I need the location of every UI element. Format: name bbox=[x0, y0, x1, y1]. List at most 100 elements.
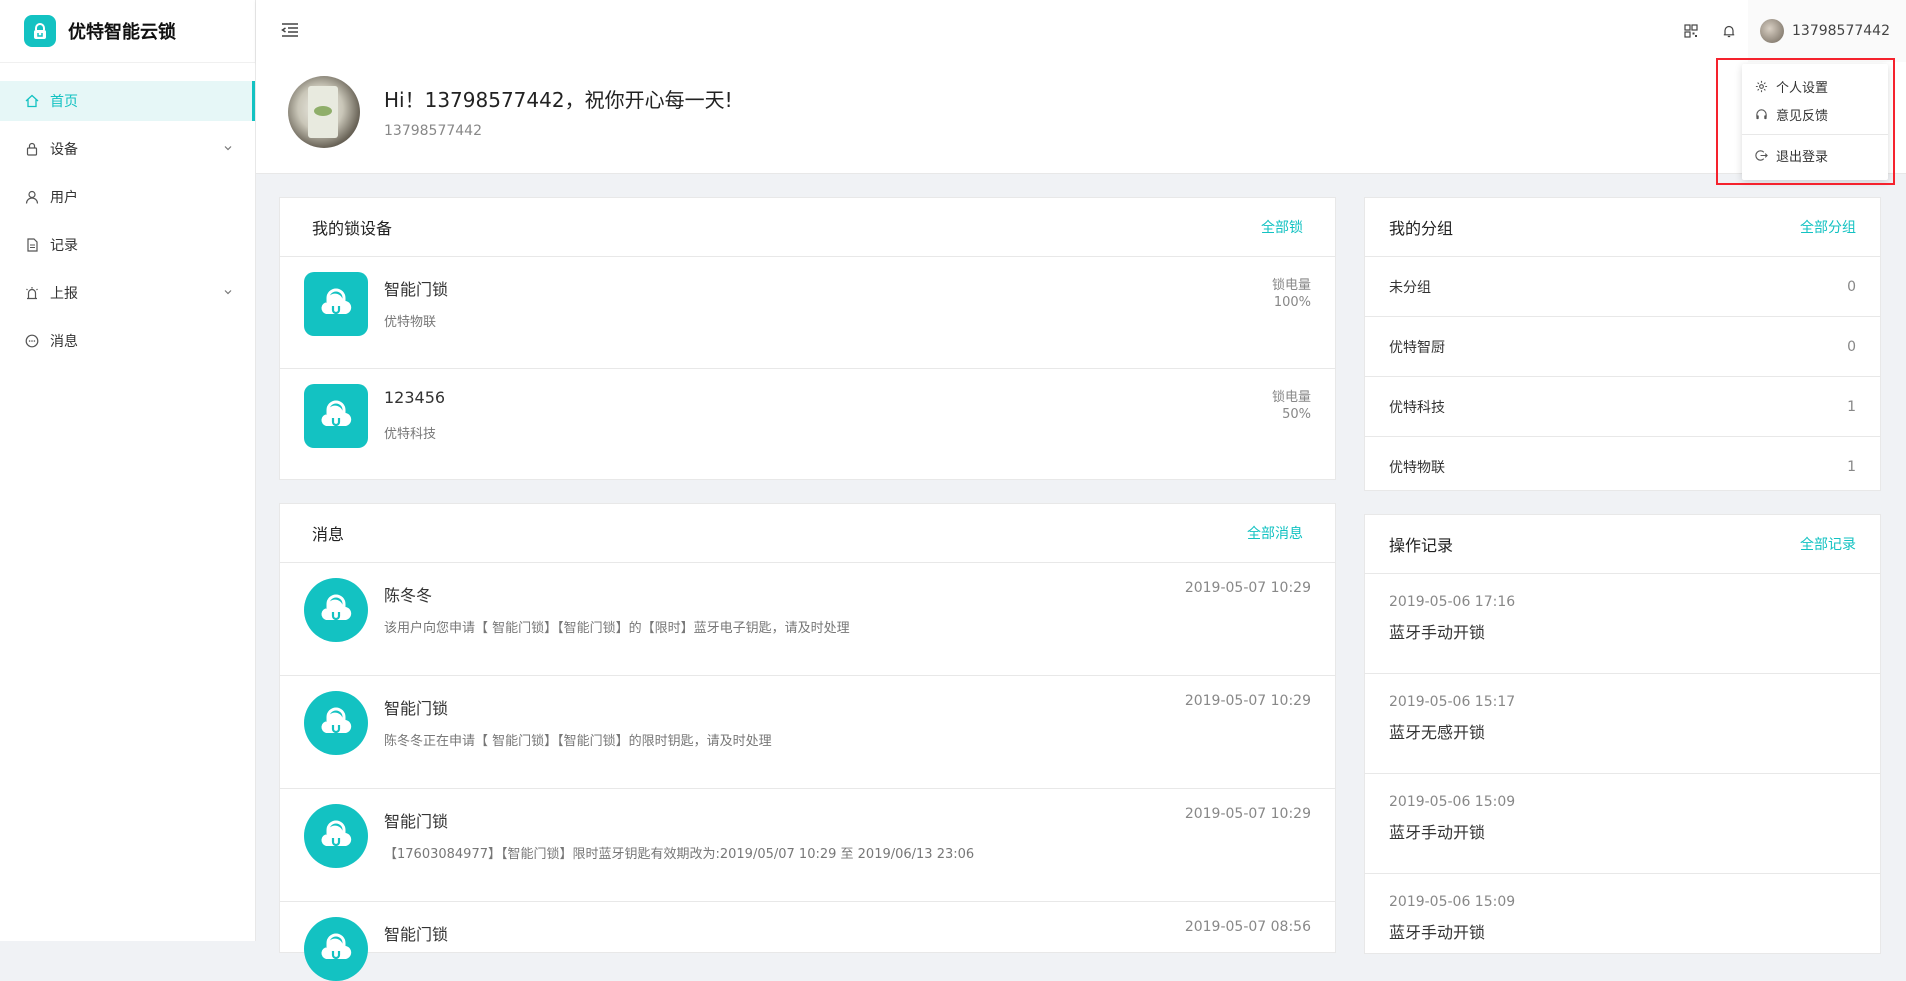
lock-group: 优特物联 bbox=[384, 315, 437, 330]
message-time: 2019-05-07 10:29 bbox=[1184, 806, 1311, 822]
lock-name: 123456 bbox=[384, 388, 446, 407]
record-row[interactable]: 2019-05-06 15:09 蓝牙手动开锁 bbox=[1365, 874, 1880, 973]
card-header: 消息 全部消息 bbox=[280, 504, 1335, 563]
record-action: 蓝牙手动开锁 bbox=[1389, 923, 1486, 942]
message-sender: 陈冬冬 bbox=[384, 586, 433, 605]
group-name: 优特智厨 bbox=[1389, 339, 1445, 356]
user-icon bbox=[24, 189, 40, 205]
feedback-item[interactable]: 意见反馈 bbox=[1742, 100, 1888, 128]
lock-name: 智能门锁 bbox=[384, 280, 449, 299]
message-row[interactable]: 智能门锁 2019-05-07 10:29 陈冬冬正在申请【 智能门锁】【智能门… bbox=[280, 676, 1335, 789]
home-icon bbox=[24, 93, 40, 109]
smart-lock-icon bbox=[304, 804, 368, 868]
user-menu-trigger[interactable]: 13798577442 bbox=[1748, 0, 1906, 62]
battery-label: 锁电量 bbox=[1271, 278, 1311, 293]
chevron-down-icon bbox=[223, 141, 233, 157]
record-row[interactable]: 2019-05-06 17:16 蓝牙手动开锁 bbox=[1365, 574, 1880, 674]
lock-row[interactable]: 123456 优特科技 锁电量 50% bbox=[280, 369, 1335, 480]
dropdown-item-label: 个人设置 bbox=[1776, 80, 1829, 96]
group-count: 0 bbox=[1847, 338, 1856, 355]
messages-card: 消息 全部消息 陈冬冬 2019-05-07 10:29 该用户向您申请【 智能… bbox=[279, 503, 1336, 981]
app-name: 优特智能云锁 bbox=[68, 22, 176, 43]
battery-value: 100% bbox=[1273, 295, 1311, 310]
sidebar-item-devices[interactable]: 设备 bbox=[0, 129, 255, 169]
user-dropdown-menu: 个人设置 意见反馈 退出登录 bbox=[1742, 64, 1888, 180]
smart-lock-icon bbox=[304, 917, 368, 981]
message-time: 2019-05-07 10:29 bbox=[1184, 580, 1311, 596]
sidebar-item-reports[interactable]: 上报 bbox=[0, 273, 255, 313]
message-sender: 智能门锁 bbox=[384, 812, 449, 831]
group-count: 0 bbox=[1847, 278, 1856, 295]
lock-row[interactable]: 智能门锁 优特物联 锁电量 100% bbox=[280, 257, 1335, 369]
card-header: 我的锁设备 全部锁 bbox=[280, 198, 1335, 257]
sidebar-item-users[interactable]: 用户 bbox=[0, 177, 255, 217]
sidebar-item-home[interactable]: 首页 bbox=[0, 81, 255, 121]
all-locks-link[interactable]: 全部锁 bbox=[1261, 217, 1303, 237]
groups-card: 我的分组 全部分组 未分组 0 优特智厨 0 优特科技 1 优特物联 1 bbox=[1364, 197, 1881, 491]
record-time: 2019-05-06 15:09 bbox=[1389, 894, 1516, 910]
all-messages-link[interactable]: 全部消息 bbox=[1247, 523, 1303, 543]
message-text: 【17603084977】【智能门锁】限时蓝牙钥匙有效期改为:2019/05/0… bbox=[384, 847, 975, 862]
sidebar-item-records[interactable]: 记录 bbox=[0, 225, 255, 265]
card-title: 我的分组 bbox=[1389, 219, 1454, 238]
card-title: 消息 bbox=[312, 525, 345, 544]
smart-lock-icon bbox=[304, 384, 368, 448]
sidebar-item-label: 用户 bbox=[50, 190, 78, 206]
record-row[interactable]: 2019-05-06 15:09 蓝牙手动开锁 bbox=[1365, 774, 1880, 874]
record-time: 2019-05-06 15:17 bbox=[1389, 694, 1516, 710]
sidebar-item-messages[interactable]: 消息 bbox=[0, 321, 255, 361]
message-text: 该用户向您申请【 智能门锁】【智能门锁】的【限时】蓝牙电子钥匙，请及时处理 bbox=[384, 621, 850, 636]
menu-fold-icon[interactable] bbox=[280, 20, 300, 44]
group-row[interactable]: 优特物联 1 bbox=[1365, 437, 1880, 496]
message-row[interactable]: 智能门锁 2019-05-07 08:56 bbox=[280, 902, 1335, 981]
qrcode-icon[interactable] bbox=[1672, 0, 1710, 62]
sidebar-item-label: 首页 bbox=[50, 94, 78, 110]
alarm-icon bbox=[24, 285, 40, 301]
all-records-link[interactable]: 全部记录 bbox=[1800, 534, 1856, 554]
avatar bbox=[1760, 19, 1785, 43]
card-title: 操作记录 bbox=[1389, 536, 1454, 555]
sidebar-item-label: 设备 bbox=[50, 142, 78, 158]
bell-icon[interactable] bbox=[1710, 0, 1748, 62]
headset-icon bbox=[1754, 107, 1768, 121]
file-icon bbox=[24, 237, 40, 253]
record-row[interactable]: 2019-05-06 15:17 蓝牙无感开锁 bbox=[1365, 674, 1880, 774]
group-count: 1 bbox=[1847, 458, 1856, 475]
message-sender: 智能门锁 bbox=[384, 699, 449, 718]
app-logo[interactable]: 优特智能云锁 bbox=[0, 0, 255, 63]
record-time: 2019-05-06 15:09 bbox=[1389, 794, 1516, 810]
top-header: 13798577442 bbox=[256, 0, 1906, 62]
message-row[interactable]: 智能门锁 2019-05-07 10:29 【17603084977】【智能门锁… bbox=[280, 789, 1335, 902]
profile-avatar bbox=[288, 76, 360, 148]
group-row[interactable]: 未分组 0 bbox=[1365, 257, 1880, 317]
group-row[interactable]: 优特科技 1 bbox=[1365, 377, 1880, 437]
records-card: 操作记录 全部记录 2019-05-06 17:16 蓝牙手动开锁 2019-0… bbox=[1364, 514, 1881, 954]
all-groups-link[interactable]: 全部分组 bbox=[1800, 217, 1856, 237]
sidebar-item-label: 上报 bbox=[50, 286, 78, 302]
personal-settings-item[interactable]: 个人设置 bbox=[1742, 72, 1888, 100]
logout-icon bbox=[1754, 148, 1768, 162]
card-title: 我的锁设备 bbox=[312, 219, 393, 238]
logout-item[interactable]: 退出登录 bbox=[1742, 141, 1888, 169]
user-name: 13798577442 bbox=[1792, 23, 1890, 39]
sidebar-item-label: 消息 bbox=[50, 334, 78, 350]
message-time: 2019-05-07 10:29 bbox=[1184, 693, 1311, 709]
group-name: 未分组 bbox=[1389, 279, 1431, 296]
gear-icon bbox=[1754, 79, 1768, 93]
message-sender: 智能门锁 bbox=[384, 925, 449, 944]
message-row[interactable]: 陈冬冬 2019-05-07 10:29 该用户向您申请【 智能门锁】【智能门锁… bbox=[280, 563, 1335, 676]
smart-lock-icon bbox=[304, 272, 368, 336]
sidebar: 优特智能云锁 首页 设备 用户 记录 上报 消息 bbox=[0, 0, 256, 941]
greeting-subtitle: 13798577442 bbox=[384, 123, 482, 139]
message-time: 2019-05-07 08:56 bbox=[1184, 919, 1311, 935]
record-time: 2019-05-06 17:16 bbox=[1389, 594, 1516, 610]
group-row[interactable]: 优特智厨 0 bbox=[1365, 317, 1880, 377]
lock-group: 优特科技 bbox=[384, 427, 437, 442]
record-action: 蓝牙无感开锁 bbox=[1389, 723, 1486, 742]
group-name: 优特科技 bbox=[1389, 399, 1445, 416]
greeting-panel: Hi！13798577442，祝你开心每一天! 13798577442 bbox=[256, 62, 1906, 174]
lock-logo-icon bbox=[24, 15, 56, 47]
message-icon bbox=[24, 333, 40, 349]
record-action: 蓝牙手动开锁 bbox=[1389, 823, 1486, 842]
message-text: 陈冬冬正在申请【 智能门锁】【智能门锁】的限时钥匙，请及时处理 bbox=[384, 734, 772, 749]
